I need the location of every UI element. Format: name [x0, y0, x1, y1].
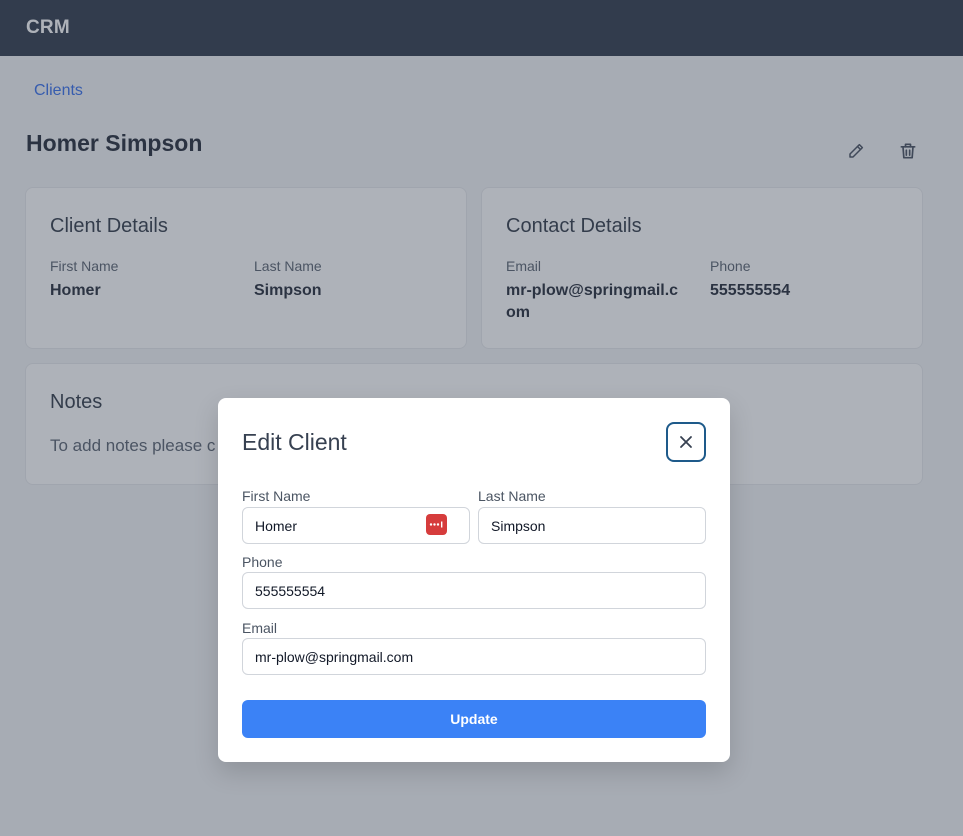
last-name-input[interactable] [478, 507, 706, 544]
first-name-input-label: First Name [242, 488, 311, 504]
email-input-label: Email [242, 620, 278, 636]
password-dots-icon [429, 521, 443, 528]
close-icon [680, 436, 692, 448]
edit-client-modal: Edit Client First Name Last Name Phone E… [218, 398, 730, 762]
close-modal-button[interactable] [666, 422, 706, 462]
modal-title: Edit Client [242, 429, 347, 455]
password-manager-icon[interactable] [426, 514, 447, 535]
phone-input[interactable] [242, 572, 706, 609]
email-input[interactable] [242, 638, 706, 675]
last-name-input-label: Last Name [478, 488, 546, 504]
phone-input-label: Phone [242, 554, 283, 570]
update-button[interactable]: Update [242, 700, 706, 738]
